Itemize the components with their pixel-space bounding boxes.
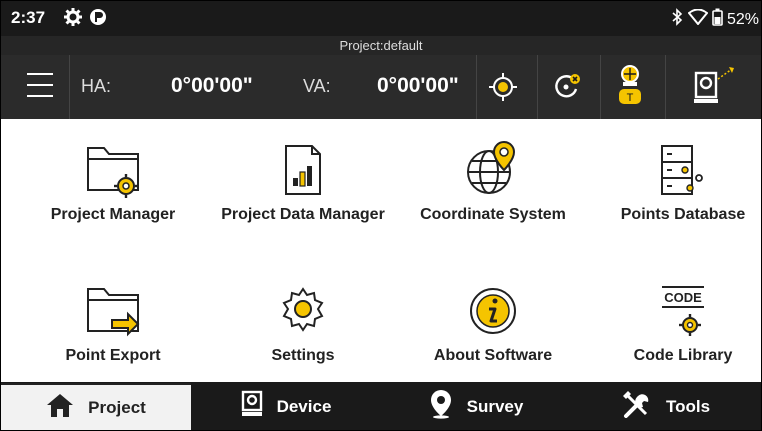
target-prism-button[interactable]: T xyxy=(605,65,655,109)
tile-project-manager[interactable]: Project Manager xyxy=(18,136,208,225)
tile-code-library[interactable]: CODE Code Library xyxy=(588,277,761,366)
home-icon xyxy=(46,392,74,423)
bottom-navigation: Project Device Survey Tools xyxy=(1,383,761,430)
points-database-icon xyxy=(588,136,761,198)
settings-gear-icon xyxy=(208,277,398,339)
tile-settings[interactable]: Settings xyxy=(208,277,398,366)
nav-tab-survey[interactable]: Survey xyxy=(381,383,571,430)
folder-gear-icon xyxy=(18,136,208,198)
location-pin-icon xyxy=(429,389,453,424)
battery-icon xyxy=(712,8,723,31)
hamburger-menu-button[interactable] xyxy=(27,73,53,97)
nav-tab-device[interactable]: Device xyxy=(191,383,381,430)
nav-label: Project xyxy=(88,397,146,417)
toolbar-divider xyxy=(476,55,477,119)
tile-label: Project Data Manager xyxy=(221,206,385,223)
nav-label: Device xyxy=(276,396,332,416)
va-value: 0°00'00" xyxy=(377,74,459,97)
tools-icon xyxy=(622,390,652,423)
bluetooth-icon xyxy=(670,8,684,31)
wifi-icon xyxy=(687,8,709,30)
nav-tab-project[interactable]: Project xyxy=(1,383,191,430)
laser-target-button[interactable] xyxy=(541,65,591,109)
tile-coordinate-system[interactable]: Coordinate System xyxy=(398,136,588,225)
folder-export-icon xyxy=(18,277,208,339)
globe-pin-icon xyxy=(398,136,588,198)
status-right: 52% xyxy=(670,8,759,31)
app-notification-icon xyxy=(89,8,107,31)
data-chart-icon xyxy=(208,136,398,198)
ha-value: 0°00'00" xyxy=(171,74,253,97)
project-title: Project:default xyxy=(1,36,761,55)
tile-label: Code Library xyxy=(633,347,733,364)
project-menu-grid: Project Manager Project Data Manager Coo… xyxy=(1,119,761,382)
status-time: 2:37 xyxy=(11,8,46,27)
tile-label: Coordinate System xyxy=(420,206,566,223)
toolbar-divider xyxy=(600,55,601,119)
tile-points-database[interactable]: Points Database xyxy=(588,136,761,225)
nav-label: Survey xyxy=(466,396,524,416)
va-label: VA: xyxy=(303,76,331,96)
total-station-button[interactable] xyxy=(688,65,738,109)
tile-project-data-manager[interactable]: Project Data Manager xyxy=(208,136,398,225)
prism-target-button[interactable] xyxy=(478,65,528,109)
ha-label: HA: xyxy=(81,76,112,96)
code-badge: CODE xyxy=(664,290,702,305)
tile-label: About Software xyxy=(433,347,553,364)
tile-label: Project Manager xyxy=(50,206,176,223)
nav-tab-tools[interactable]: Tools xyxy=(571,383,761,430)
settings-notification-icon xyxy=(63,7,83,32)
battery-percent: 52% xyxy=(726,10,759,28)
tile-label: Points Database xyxy=(620,206,746,223)
toolbar-divider xyxy=(69,55,70,119)
status-bar: 2:37 52% xyxy=(1,1,761,36)
toolbar-divider xyxy=(537,55,538,119)
tile-label: Point Export xyxy=(65,347,161,364)
app-frame: 2:37 52% Project:default HA: 0°00'00" VA… xyxy=(0,0,762,431)
nav-label: Tools xyxy=(665,396,711,416)
tile-point-export[interactable]: Point Export xyxy=(18,277,208,366)
tile-label: Settings xyxy=(271,347,335,364)
toolbar-divider xyxy=(665,55,666,119)
target-badge: T xyxy=(627,92,634,104)
tile-about-software[interactable]: About Software xyxy=(398,277,588,366)
total-station-icon xyxy=(241,390,263,423)
code-library-icon: CODE xyxy=(588,277,761,339)
measurement-toolbar: HA: 0°00'00" VA: 0°00'00" T xyxy=(1,55,761,119)
info-icon xyxy=(398,277,588,339)
